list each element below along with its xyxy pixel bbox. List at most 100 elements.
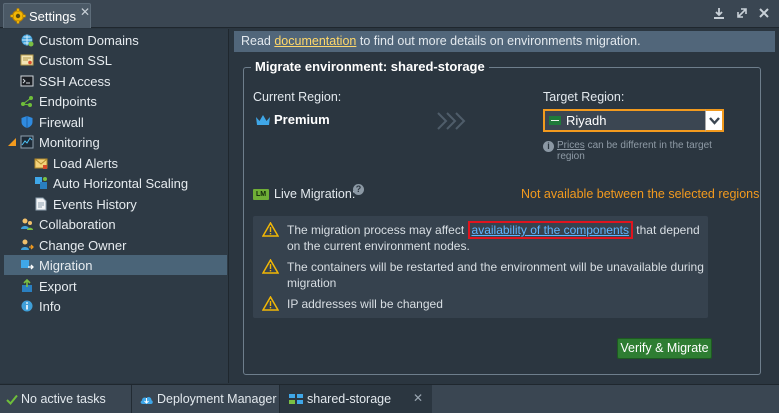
sidebar-item-label: Migration: [39, 258, 93, 273]
sidebar-item-label: Firewall: [39, 115, 84, 130]
sidebar-item-events-history[interactable]: Events History: [4, 194, 227, 214]
environment-icon: [289, 394, 303, 404]
sidebar-item-auto-horizontal-scaling[interactable]: Auto Horizontal Scaling: [4, 173, 227, 193]
main-content: Read documentation to find out more deta…: [230, 29, 779, 383]
warning-icon: [262, 259, 279, 274]
warning-item: IP addresses will be changed: [262, 296, 702, 314]
expand-icon[interactable]: [735, 6, 749, 20]
warning-text: IP addresses will be changed: [287, 297, 443, 311]
warning-icon: [262, 222, 279, 237]
target-region-label: Target Region:: [543, 90, 625, 104]
migration-icon: [21, 260, 34, 270]
bottom-taskbar: No active tasks Deployment Manager share…: [0, 384, 779, 413]
warning-item: The migration process may affect availab…: [262, 221, 702, 254]
info-suffix: to find out more details on environments…: [356, 34, 641, 48]
sidebar-item-ssh-access[interactable]: SSH Access: [4, 71, 227, 91]
user-transfer-icon: [21, 239, 34, 250]
checkmark-icon: [6, 394, 18, 405]
sidebar-item-label: Events History: [53, 197, 137, 212]
panel-title: Migrate environment: shared-storage: [251, 59, 489, 74]
sidebar-item-label: Collaboration: [39, 217, 116, 232]
shield-icon: [21, 116, 33, 128]
sidebar-item-label: Auto Horizontal Scaling: [53, 176, 189, 191]
sidebar-item-label: SSH Access: [39, 74, 111, 89]
expand-arrow-icon[interactable]: [7, 137, 17, 147]
warning-text: The containers will be restarted and the…: [287, 260, 704, 290]
endpoints-icon: [21, 96, 33, 107]
chevron-down-icon: [709, 117, 720, 125]
warning-icon: [262, 296, 279, 311]
sidebar-item-firewall[interactable]: Firewall: [4, 112, 227, 132]
sidebar-item-info[interactable]: Info: [4, 296, 227, 316]
flag-icon: [549, 116, 561, 125]
top-bar: Settings ✕: [0, 0, 779, 28]
sidebar-item-endpoints[interactable]: Endpoints: [4, 91, 227, 111]
sidebar-item-label: Change Owner: [39, 238, 127, 253]
warnings-box: The migration process may affect availab…: [253, 216, 708, 318]
sidebar-item-custom-ssl[interactable]: Custom SSL: [4, 50, 227, 70]
globe-icon: [21, 34, 34, 47]
dropdown-button[interactable]: [705, 109, 724, 132]
sidebar-item-change-owner[interactable]: Change Owner: [4, 235, 227, 255]
sidebar-item-export[interactable]: Export: [4, 276, 227, 296]
monitor-icon: [20, 135, 34, 149]
sidebar-item-migration[interactable]: Migration: [4, 255, 227, 275]
sidebar-item-label: Load Alerts: [53, 156, 119, 171]
sidebar-item-label: Custom SSL: [39, 53, 112, 68]
crown-icon: [256, 115, 270, 125]
info-text: Read documentation to find out more deta…: [241, 34, 641, 48]
live-migration-badge: LM: [253, 189, 269, 200]
live-migration-status: Not available between the selected regio…: [521, 187, 760, 201]
warning-1-prefix: The migration process may affect: [287, 223, 468, 237]
tasks-status[interactable]: No active tasks: [0, 385, 131, 413]
document-icon: [35, 197, 47, 211]
sidebar: Custom Domains Custom SSL SSH Access End…: [0, 29, 229, 383]
sidebar-item-label: Custom Domains: [39, 33, 139, 48]
live-migration-label: Live Migration:: [274, 187, 356, 201]
terminal-icon: [20, 75, 34, 87]
sidebar-item-label: Info: [39, 299, 61, 314]
tab-deployment-manager[interactable]: Deployment Manager: [132, 385, 279, 413]
sidebar-item-load-alerts[interactable]: Load Alerts: [4, 153, 227, 173]
sidebar-item-label: Monitoring: [39, 135, 100, 150]
tab-title: Settings: [29, 9, 76, 24]
env-tab-label: shared-storage: [307, 392, 392, 406]
close-tab-icon[interactable]: ✕: [80, 5, 90, 19]
current-region-label: Current Region:: [253, 90, 342, 104]
documentation-link[interactable]: documentation: [274, 34, 356, 48]
warning-item: The containers will be restarted and the…: [262, 259, 704, 291]
tasks-status-text: No active tasks: [21, 392, 106, 406]
help-icon[interactable]: ?: [353, 184, 364, 195]
close-tab-icon[interactable]: ✕: [413, 391, 423, 405]
export-icon: [22, 279, 32, 292]
users-icon: [21, 218, 33, 230]
tab-shared-storage[interactable]: shared-storage ✕: [280, 385, 432, 413]
verify-migrate-button[interactable]: Verify & Migrate: [617, 338, 712, 359]
prices-hint: Prices can be different in the target re…: [557, 140, 727, 162]
sidebar-item-custom-domains[interactable]: Custom Domains: [4, 30, 227, 50]
migrate-arrows-icon: [437, 112, 466, 130]
download-icon[interactable]: [712, 6, 726, 20]
deployment-manager-label: Deployment Manager: [157, 392, 277, 406]
sidebar-item-monitoring[interactable]: Monitoring: [4, 132, 227, 152]
prices-link[interactable]: Prices: [557, 140, 585, 151]
close-window-icon[interactable]: [757, 6, 771, 20]
info-prefix: Read: [241, 34, 275, 48]
migrate-panel: Migrate environment: shared-storage Curr…: [243, 59, 761, 375]
current-region-value: Premium: [274, 112, 330, 127]
tab-settings[interactable]: Settings ✕: [3, 3, 91, 28]
cloud-icon: [140, 396, 153, 404]
target-region-select[interactable]: Riyadh: [543, 109, 724, 132]
target-region-value: Riyadh: [566, 113, 607, 128]
warning-text: The migration process may affect availab…: [287, 221, 707, 254]
sidebar-item-label: Export: [39, 279, 77, 294]
gear-icon: [10, 8, 26, 24]
info-bar: Read documentation to find out more deta…: [234, 31, 775, 52]
info-icon: [21, 300, 33, 312]
certificate-icon: [20, 54, 34, 66]
scaling-icon: [35, 177, 47, 189]
envelope-icon: [34, 158, 48, 169]
hint-info-icon: i: [543, 141, 554, 152]
availability-components-link[interactable]: availability of the components: [467, 221, 633, 239]
sidebar-item-collaboration[interactable]: Collaboration: [4, 214, 227, 234]
